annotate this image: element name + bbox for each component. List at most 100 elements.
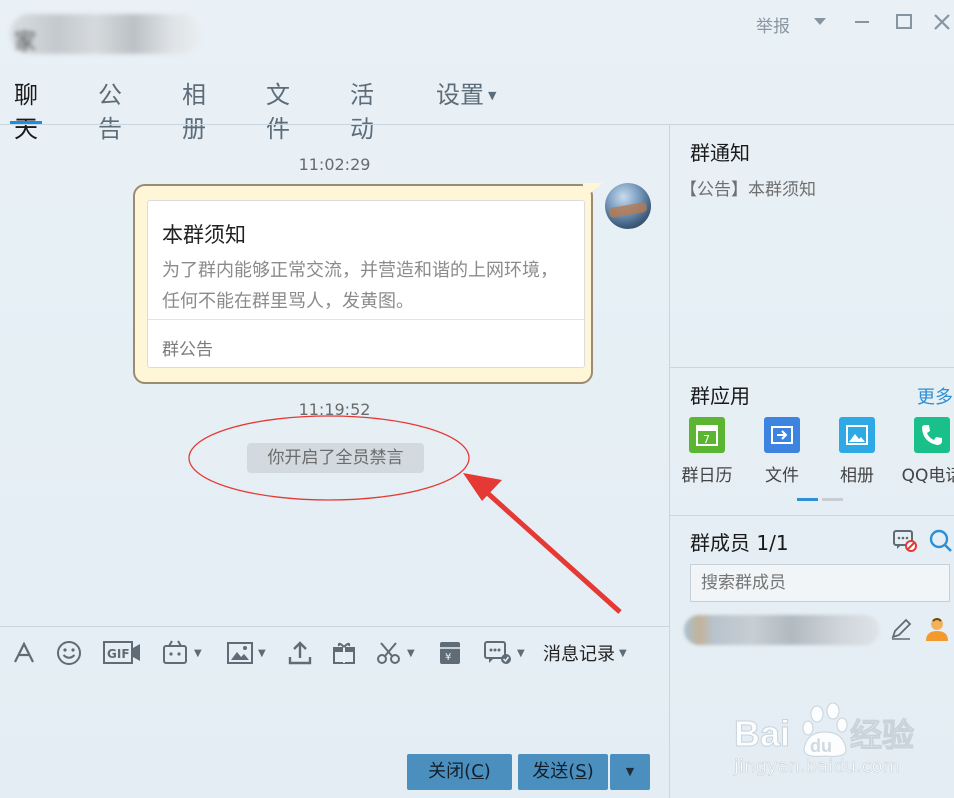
image-button[interactable]: ▼	[226, 638, 266, 668]
app-files[interactable]: 文件	[742, 417, 822, 486]
svg-text:7: 7	[703, 433, 710, 446]
message-history-label: 消息记录	[543, 644, 615, 665]
watermark-brand: Bai	[734, 713, 790, 754]
tab-files[interactable]: 文件	[266, 78, 290, 143]
emoji-button[interactable]	[56, 638, 82, 668]
chevron-down-icon[interactable]: ▼	[258, 648, 266, 659]
search-icon	[929, 529, 952, 552]
gift-icon	[333, 642, 355, 664]
tab-chat[interactable]: 聊天	[10, 78, 42, 143]
edit-member-button[interactable]	[889, 617, 913, 645]
message-history-button[interactable]: 消息记录 ▼	[543, 638, 627, 668]
group-notice-title: 群通知	[690, 141, 750, 165]
tab-album[interactable]: 相册	[182, 78, 206, 143]
group-members-title: 群成员 1/1	[690, 531, 789, 555]
upload-icon	[288, 641, 312, 665]
tab-announcement[interactable]: 公告	[98, 78, 122, 143]
close-icon	[934, 14, 950, 30]
toolbar-divider	[0, 626, 669, 627]
image-icon	[227, 642, 253, 664]
member-search-button[interactable]	[928, 528, 954, 558]
announcement-footer: 群公告	[162, 340, 213, 360]
member-row[interactable]	[684, 615, 954, 645]
watermark-url: jingyan.baidu.com	[733, 756, 900, 777]
pager-dot-active[interactable]	[797, 498, 818, 501]
close-window-button[interactable]	[928, 8, 954, 36]
member-owner-badge	[924, 615, 950, 647]
close-button-hotkey: C	[471, 761, 484, 782]
file-transfer-icon	[764, 417, 800, 453]
card-divider	[148, 319, 584, 320]
minimize-icon	[855, 21, 869, 23]
dropdown-menu-button[interactable]	[806, 8, 834, 36]
gif-icon: GIF	[103, 641, 140, 664]
chevron-down-icon	[814, 18, 826, 25]
avatar[interactable]	[605, 183, 651, 229]
app-qq-phone-label: QQ电话	[901, 466, 954, 486]
font-icon	[14, 641, 34, 663]
section-divider	[670, 515, 954, 516]
baidu-jingyan-watermark: Bai du 经验 jingyan.baidu.com	[733, 702, 915, 777]
tab-settings[interactable]: 设置 ▼	[436, 78, 496, 124]
announcement-title: 本群须知	[162, 223, 246, 247]
pager-dot[interactable]	[822, 498, 843, 501]
announcement-body: 为了群内能够正常交流，并营造和谐的上网环境，任何不能在群里骂人，发黄图。	[162, 260, 558, 312]
tab-activity[interactable]: 活动	[350, 78, 374, 143]
group-notice-item[interactable]: 【公告】本群须知	[680, 175, 816, 200]
maximize-button[interactable]	[890, 8, 918, 36]
chevron-down-icon[interactable]: ▼	[517, 648, 525, 659]
apps-more-link[interactable]: 更多	[917, 383, 953, 409]
announcement-card[interactable]: 本群须知 为了群内能够正常交流，并营造和谐的上网环境，任何不能在群里骂人，发黄图…	[147, 200, 585, 368]
send-button-label: 发送(	[532, 761, 576, 782]
gift-button[interactable]	[331, 638, 357, 668]
system-message-mute-all: 你开启了全员禁言	[247, 443, 424, 473]
screen-share-button[interactable]: ▼	[162, 638, 202, 668]
chevron-down-icon: ▼	[488, 89, 497, 102]
chevron-down-icon: ▼	[625, 765, 635, 778]
screenshot-button[interactable]: ▼	[375, 638, 415, 668]
upload-file-button[interactable]	[287, 638, 313, 668]
red-packet-icon: ¥	[440, 642, 460, 664]
input-toolbar: GIF ▼ ▼ ▼ ¥ ▼ 消息记录 ▼	[0, 634, 669, 674]
message-settings-button[interactable]: ▼	[483, 638, 525, 668]
scissors-icon	[377, 642, 400, 664]
calendar-icon: 7	[689, 417, 725, 453]
window-title-blurred: 家	[10, 14, 200, 55]
send-options-button[interactable]: ▼	[610, 754, 650, 790]
report-button[interactable]: 举报	[756, 12, 790, 37]
red-packet-button[interactable]: ¥	[437, 638, 463, 668]
chevron-down-icon[interactable]: ▼	[194, 648, 202, 659]
chevron-down-icon: ▼	[619, 647, 627, 659]
chevron-down-icon[interactable]: ▼	[407, 648, 415, 659]
group-owner-icon	[926, 618, 948, 641]
section-divider	[670, 367, 954, 368]
close-button[interactable]: 关闭(C)	[407, 754, 512, 790]
message-check-icon	[484, 641, 511, 664]
video-chat-icon	[163, 640, 187, 664]
pencil-icon	[891, 618, 912, 640]
mute-message-icon	[893, 530, 917, 552]
maximize-icon	[896, 14, 912, 29]
message-input[interactable]	[0, 676, 669, 750]
phone-icon	[914, 417, 950, 453]
font-button[interactable]	[12, 638, 36, 668]
watermark-brand-du: du	[810, 736, 832, 756]
group-apps-title: 群应用	[690, 384, 750, 408]
member-search-input[interactable]	[690, 564, 950, 602]
app-album[interactable]: 相册	[817, 417, 897, 486]
close-button-label-end: )	[483, 761, 491, 782]
app-files-label: 文件	[765, 466, 799, 486]
chat-message-area[interactable]: 11:02:29 本群须知 为了群内能够正常交流，并营造和谐的上网环境，任何不能…	[0, 125, 669, 625]
app-calendar[interactable]: 7 群日历	[667, 417, 747, 486]
announcement-bubble: 本群须知 为了群内能够正常交流，并营造和谐的上网环境，任何不能在群里骂人，发黄图…	[133, 184, 593, 384]
emoji-icon	[57, 641, 81, 665]
app-calendar-label: 群日历	[681, 466, 733, 486]
gif-button[interactable]: GIF	[103, 638, 141, 668]
close-button-label: 关闭(	[428, 761, 472, 782]
app-qq-phone[interactable]: QQ电话	[892, 417, 954, 486]
window-title-char: 家	[14, 30, 37, 55]
minimize-button[interactable]	[848, 8, 876, 36]
member-name-blurred	[684, 615, 879, 645]
send-button[interactable]: 发送(S)	[518, 754, 608, 790]
mute-settings-button[interactable]	[892, 528, 918, 558]
